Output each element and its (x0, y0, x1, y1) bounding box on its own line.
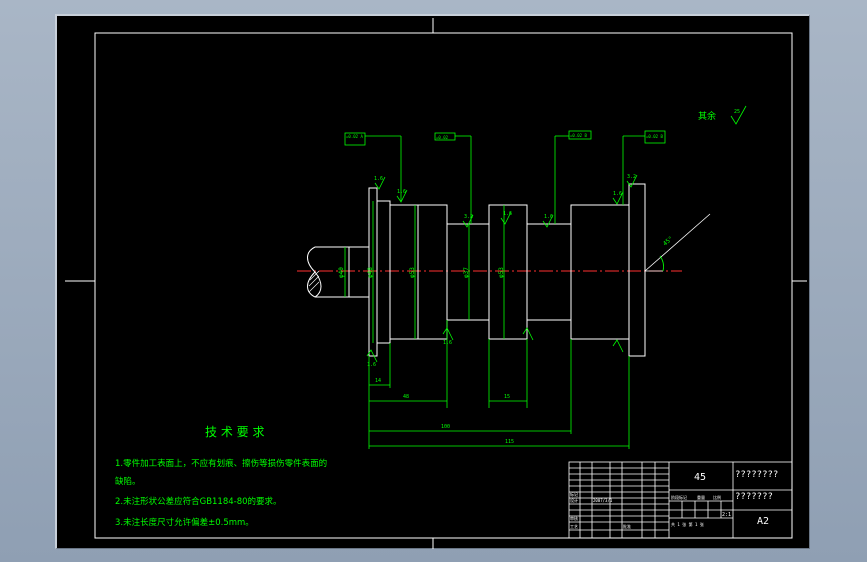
tol-box-1: =0.02 A (346, 134, 363, 139)
tb-scale: 2:1 (722, 512, 731, 518)
tech-req-title: 技 术 要 求 (205, 425, 264, 439)
shaft-outline (307, 183, 646, 357)
tb-approve: 批准 (623, 523, 631, 529)
roughness-val-8: 1.6 (367, 362, 376, 368)
step-5 (570, 204, 630, 340)
dim-14: 14 (375, 378, 381, 384)
dim-115: 115 (505, 439, 514, 445)
tb-material: 45 (694, 472, 706, 483)
roughness-general-label: 其余 (698, 110, 716, 122)
tb-check: 审核 (570, 515, 578, 521)
collar-right (628, 183, 646, 357)
tb-design: 设计 (570, 497, 578, 503)
diameter-label-4: φ37 (463, 267, 470, 278)
roughness-val-9: 1.6 (443, 340, 452, 346)
tb-weight: 重量 (697, 494, 705, 500)
tb-date: 2007/3/1 (593, 498, 613, 503)
tb-process: 工艺 (570, 524, 578, 529)
roughness-val-7: 3.2 (627, 174, 636, 180)
tb-stage: 阶段标记 (671, 494, 687, 500)
chamfer-arc (659, 255, 664, 272)
roughness-val-5: 1.6 (544, 214, 553, 220)
tol-box-2: =0.02 (436, 135, 449, 140)
step-4 (488, 204, 528, 340)
roughness-val-4: 1.6 (503, 211, 512, 217)
groove-2 (526, 223, 572, 321)
tech-req-line-1: 1.零件加工表面上，不应有划痕、擦伤等损伤零件表面的 (115, 458, 327, 469)
tb-marks: 标记 (570, 491, 578, 497)
tb-sheet-size: A2 (757, 516, 769, 527)
tech-req-line-4: 3.未注长度尺寸允许偏差±0.5mm。 (115, 517, 254, 528)
diameter-label-3: φ53 (409, 267, 416, 278)
tech-req-line-2: 缺陷。 (115, 476, 141, 487)
dim-100: 100 (441, 424, 450, 430)
tb-name: ???????? (735, 470, 778, 480)
step-3 (417, 204, 448, 340)
roughness-general-value: 25 (734, 109, 740, 115)
diameter-label-1: φ40 (338, 267, 345, 278)
diameter-label-5: φ53 (498, 267, 505, 278)
tb-sheet: 共 1 张 第 1 张 (671, 521, 704, 527)
tech-req-line-3: 2.未注形状公差应符合GB1184-80的要求。 (115, 496, 282, 507)
drawing-canvas: φ40 φ48 φ53 φ37 φ53 =0.02 A =0.02 =0.02 … (65, 18, 807, 549)
tol-box-3: =0.02 B (570, 133, 587, 138)
drawing-sheet: φ40 φ48 φ53 φ37 φ53 =0.02 A =0.02 =0.02 … (55, 14, 810, 549)
roughness-val-1: 1.6 (374, 176, 383, 182)
hatch (308, 270, 320, 293)
dim-15: 15 (504, 394, 510, 400)
step-1 (376, 200, 391, 344)
roughness-val-2: 1.6 (397, 189, 406, 195)
roughness-val-3: 3.2 (464, 214, 473, 220)
tb-drawing-no: ??????? (735, 492, 773, 502)
tb-ratio: 比例 (713, 494, 721, 500)
chamfer-angle: 45° (662, 235, 675, 247)
chamfer-lines (644, 213, 711, 272)
dim-48: 48 (403, 394, 409, 400)
break-line-inner (314, 271, 322, 298)
roughness-val-6: 1.6 (613, 191, 622, 197)
diameter-label-2: φ48 (367, 267, 374, 278)
tol-box-4: =0.02 B (646, 134, 663, 139)
